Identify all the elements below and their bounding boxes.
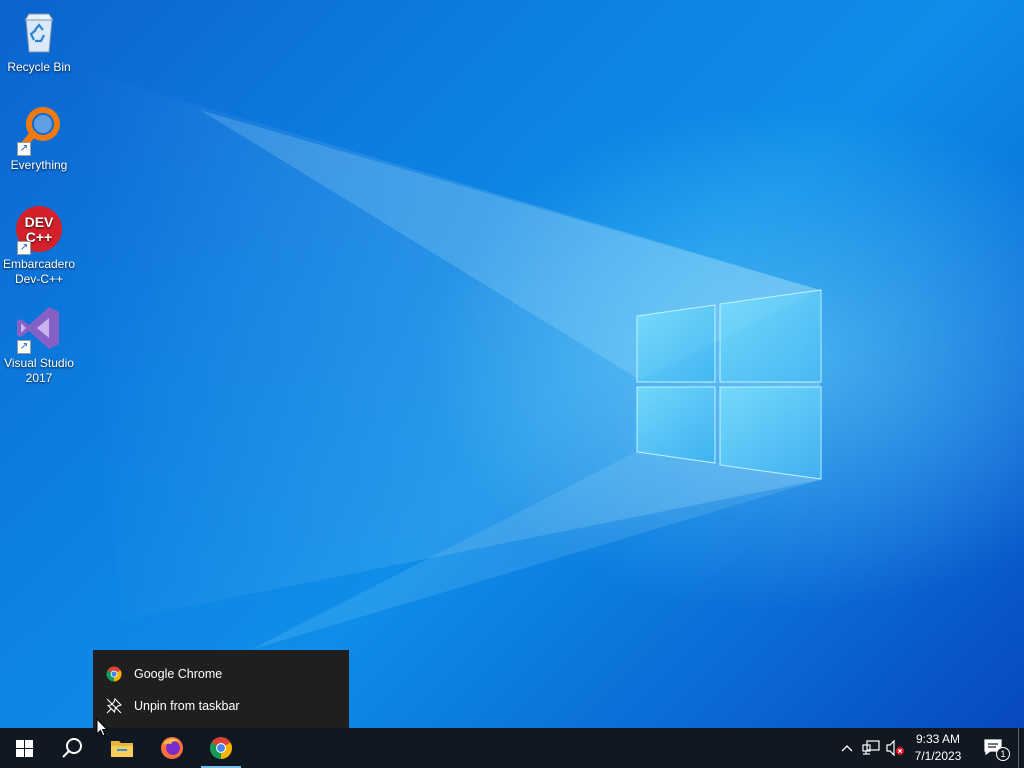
- show-desktop-button[interactable]: [1019, 728, 1024, 768]
- clock-date: 7/1/2023: [914, 749, 962, 763]
- taskbar-jump-list: Google Chrome Unpin from taskbar: [93, 650, 349, 728]
- desktop-icon-label: Embarcadero Dev-C++: [2, 257, 76, 286]
- start-button[interactable]: [0, 728, 48, 768]
- desktop-icon-label: Everything: [10, 158, 68, 172]
- taskbar: 9:33 AM 7/1/2023 1: [0, 728, 1024, 768]
- search-icon: [62, 738, 82, 758]
- menu-item-label: Google Chrome: [134, 667, 223, 681]
- shortcut-arrow-icon: ↗: [17, 142, 31, 156]
- search-button[interactable]: [48, 728, 96, 768]
- taskbar-firefox[interactable]: [148, 728, 196, 768]
- chevron-up-icon: [841, 745, 853, 752]
- desktop-icon-recycle-bin[interactable]: Recycle Bin: [0, 8, 78, 75]
- unpin-icon: [105, 697, 123, 715]
- folder-icon: [111, 741, 133, 757]
- menu-item-label: Unpin from taskbar: [134, 699, 240, 713]
- network-tray-button[interactable]: [860, 728, 882, 768]
- shortcut-arrow-icon: ↗: [17, 241, 31, 255]
- recycle-bin-icon: [15, 8, 63, 56]
- firefox-icon: [161, 737, 183, 759]
- menu-item-google-chrome[interactable]: Google Chrome: [93, 658, 349, 690]
- devcpp-icon: DEV C++ ↗: [15, 205, 63, 255]
- action-center-button[interactable]: 1: [976, 728, 1012, 768]
- show-hidden-icons-button[interactable]: [836, 728, 858, 768]
- volume-muted-icon: [886, 740, 904, 756]
- clock-time: 9:33 AM: [915, 732, 961, 746]
- desktop-icon-label: Recycle Bin: [7, 60, 71, 74]
- visual-studio-icon: ↗: [15, 304, 63, 354]
- desktop-icon-devcpp[interactable]: DEV C++ ↗ Embarcadero Dev-C++: [0, 205, 78, 287]
- taskbar-clock[interactable]: 9:33 AM 7/1/2023: [906, 728, 970, 768]
- taskbar-chrome[interactable]: [197, 728, 245, 768]
- chrome-icon: [210, 737, 232, 759]
- notification-count-badge: 1: [996, 747, 1010, 761]
- mouse-pointer: [96, 718, 108, 737]
- desktop-icon-label: Visual Studio 2017: [4, 356, 74, 385]
- shortcut-arrow-icon: ↗: [17, 340, 31, 354]
- desktop-icon-visual-studio[interactable]: ↗ Visual Studio 2017: [0, 304, 78, 386]
- everything-search-icon: ↗: [15, 106, 63, 156]
- menu-item-unpin-from-taskbar[interactable]: Unpin from taskbar: [93, 690, 349, 722]
- volume-tray-button[interactable]: [884, 728, 906, 768]
- desktop: Recycle Bin ↗ Everything DEV C++ ↗ Embar…: [0, 0, 1024, 728]
- windows-start-icon: [15, 739, 33, 757]
- network-icon: [862, 740, 880, 755]
- chrome-icon: [105, 665, 123, 683]
- desktop-icon-everything[interactable]: ↗ Everything: [0, 106, 78, 173]
- svg-text:DEV: DEV: [25, 214, 54, 230]
- wallpaper: [80, 70, 822, 650]
